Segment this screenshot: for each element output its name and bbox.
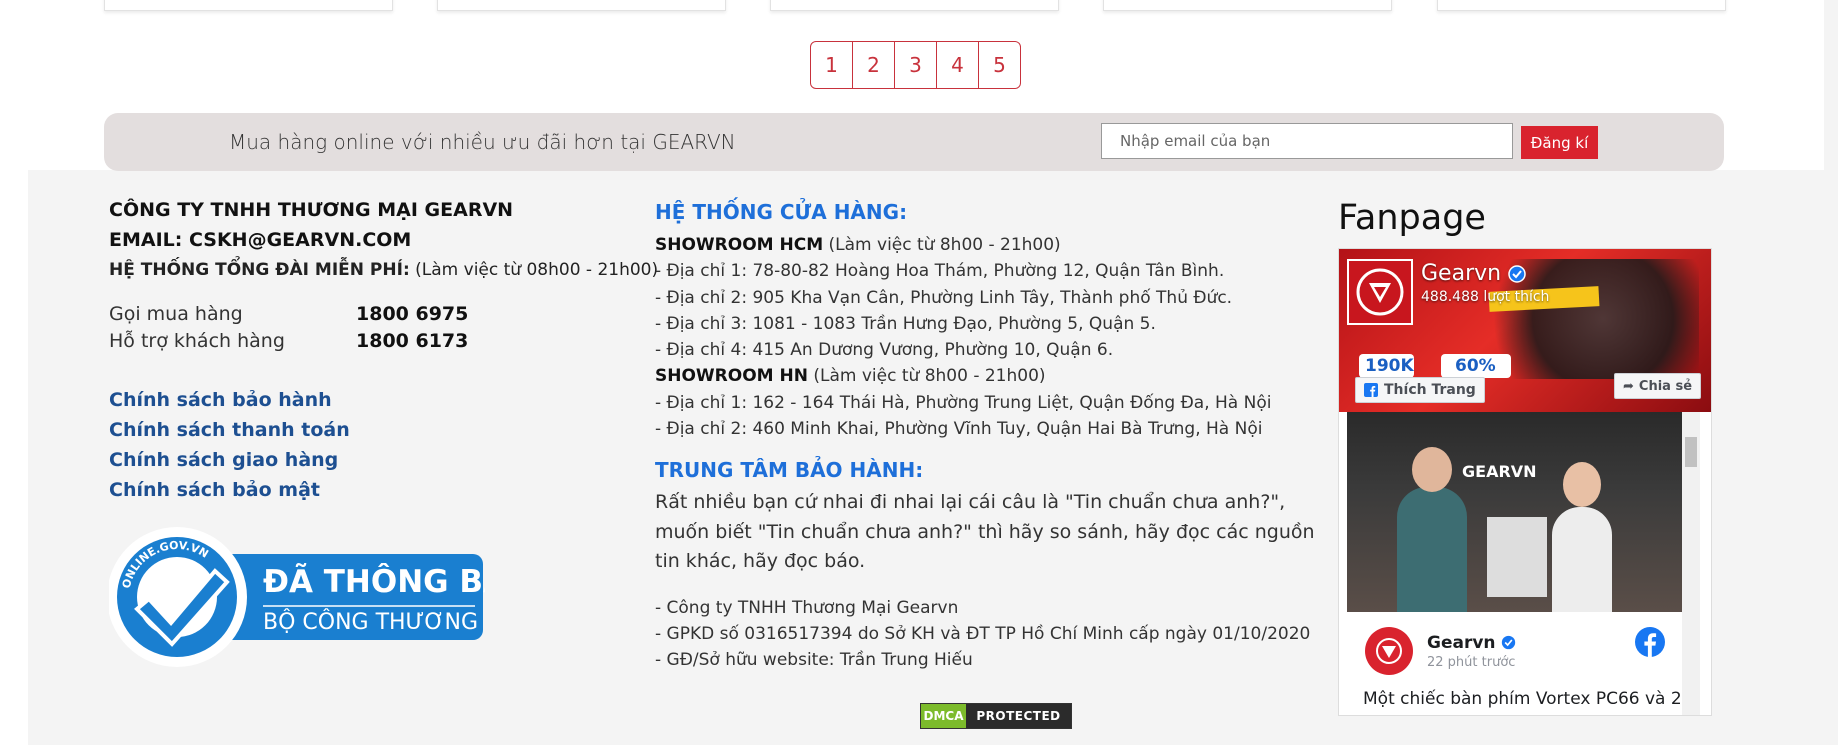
post-author-block: Gearvn 22 phút trước [1427,633,1516,670]
post-image-product-box [1487,517,1547,597]
verified-badge-icon [1502,635,1516,650]
post-author-name[interactable]: Gearvn [1427,633,1516,653]
shipping-policy-link[interactable]: Chính sách giao hàng [109,445,649,475]
phone-list: Gọi mua hàng 1800 6975 Hỗ trợ khách hàng… [109,301,649,355]
company-info-column: CÔNG TY TNHH THƯƠNG MẠI GEARVN EMAIL: CS… [109,195,658,667]
phone-number[interactable]: 1800 6975 [356,301,468,328]
showroom-hcm-heading: SHOWROOM HCM (Làm việc từ 8h00 - 21h00) [655,232,1335,258]
facebook-icon [1364,383,1378,397]
newsletter-submit-button[interactable]: Đăng kí [1521,126,1598,159]
post-image-person [1397,487,1467,612]
phone-row: Hỗ trợ khách hàng 1800 6173 [109,328,649,355]
page-1-button[interactable]: 1 [811,42,853,88]
product-card[interactable] [437,0,726,11]
stores-column: HỆ THỐNG CỬA HÀNG: SHOWROOM HCM (Làm việ… [655,198,1335,674]
showroom-hn-heading: SHOWROOM HN (Làm việc từ 8h00 - 21h00) [655,363,1335,389]
dmca-label: DMCA [921,704,966,728]
facebook-page-name[interactable]: Gearvn [1421,261,1526,286]
address-line: - Địa chỉ 2: 460 Minh Khai, Phường Vĩnh … [655,419,1263,440]
page-4-button[interactable]: 4 [937,42,979,88]
page: { "pagination": { "pages": ["1", "2", "3… [0,0,1838,745]
fanpage-title: Fanpage [1338,198,1486,238]
facebook-feed-scrollbar-thumb[interactable] [1685,437,1697,467]
newsletter-text: Mua hàng online với nhiều ưu đãi hơn tại… [229,130,736,154]
facebook-post-header: Gearvn 22 phút trước [1365,627,1516,675]
dmca-protected-badge[interactable]: DMCA PROTECTED [920,703,1072,729]
facebook-logo-icon[interactable] [1635,627,1665,657]
share-label: Chia sẻ [1638,378,1693,394]
address-line: - Địa chỉ 1: 162 - 164 Thái Hà, Phường T… [655,392,1272,413]
post-author-name-text: Gearvn [1427,632,1496,653]
facebook-like-page-button[interactable]: Thích Trang [1355,377,1485,403]
facebook-post-image[interactable]: GEARVN [1347,412,1682,612]
share-arrow-icon: ➦ [1623,378,1634,394]
payment-policy-link[interactable]: Chính sách thanh toán [109,415,649,445]
phone-label: Hỗ trợ khách hàng [109,330,285,352]
phone-number[interactable]: 1800 6173 [356,328,468,355]
post-image-person-head [1563,462,1601,507]
post-text: Một chiếc bàn phím Vortex PC66 và 2 [1363,689,1682,709]
privacy-policy-link[interactable]: Chính sách bảo mật [109,475,649,505]
product-card[interactable] [770,0,1059,11]
hotline-label: HỆ THỐNG TỔNG ĐÀI MIỄN PHÍ: [109,260,410,280]
warranty-policy-link[interactable]: Chính sách bảo hành [109,385,649,415]
facebook-page-name-text: Gearvn [1421,261,1502,286]
post-image-person-head [1412,447,1452,492]
product-card[interactable] [1437,0,1726,11]
newsletter-bar: Mua hàng online với nhiều ưu đãi hơn tại… [104,113,1724,171]
like-page-label: Thích Trang [1384,382,1476,398]
facebook-cover-image[interactable]: 190K 60% Gearvn 488.488 lượt thích Thích… [1339,249,1711,412]
product-cards-row [0,0,1838,12]
legal-info: - Công ty TNHH Thương Mại Gearvn - GPKD … [655,595,1335,674]
pagination: 1 2 3 4 5 [810,41,1021,89]
post-timestamp[interactable]: 22 phút trước [1427,655,1516,670]
cover-discount-text: 60% [1455,356,1496,376]
gearvn-logo-icon[interactable] [1347,259,1413,325]
page-5-button[interactable]: 5 [979,42,1020,88]
address-line: - Địa chỉ 4: 415 An Dương Vương, Phường … [655,340,1114,361]
showroom-hcm-title: SHOWROOM HCM [655,235,824,255]
phone-label: Gọi mua hàng [109,303,243,325]
gov-badge-line2: BỘ CÔNG THƯƠNG [263,609,478,635]
post-author-avatar[interactable] [1365,627,1413,675]
newsletter-email-input[interactable] [1101,123,1513,159]
warranty-title: TRUNG TÂM BẢO HÀNH: [655,458,924,483]
page-3-button[interactable]: 3 [895,42,937,88]
company-name: CÔNG TY TNHH THƯƠNG MẠI GEARVN [109,199,514,221]
verified-badge-icon [1508,265,1526,283]
legal-line: - Công ty TNHH Thương Mại Gearvn [655,597,959,618]
stores-title: HỆ THỐNG CỬA HÀNG: [655,200,908,224]
facebook-page-widget: 190K 60% Gearvn 488.488 lượt thích Thích… [1338,248,1712,716]
gov-registered-badge[interactable]: ONLINE.GOV.VN ĐÃ THÔNG BÁO BỘ CÔNG THƯƠN… [109,527,485,667]
showroom-hcm-hours: (Làm việc từ 8h00 - 21h00) [828,235,1061,255]
gov-badge-line1: ĐÃ THÔNG BÁO [263,563,485,600]
post-image-sign-text: GEARVN [1462,462,1537,481]
hotline-line: HỆ THỐNG TỔNG ĐÀI MIỄN PHÍ: (Làm việc từ… [109,255,658,285]
company-email[interactable]: EMAIL: CSKH@GEARVN.COM [109,225,649,255]
gearvn-logo-icon [1376,638,1402,664]
phone-row: Gọi mua hàng 1800 6975 [109,301,649,328]
page-2-button[interactable]: 2 [853,42,895,88]
hotline-hours: (Làm việc từ 08h00 - 21h00) [415,260,659,280]
facebook-share-button[interactable]: ➦ Chia sẻ [1614,373,1702,399]
address-line: - Địa chỉ 3: 1081 - 1083 Trần Hưng Đạo, … [655,313,1156,334]
post-image-person [1552,507,1612,612]
warranty-text: Rất nhiều bạn cứ nhai đi nhai lại cái câ… [655,491,1315,573]
showroom-hn-hours: (Làm việc từ 8h00 - 21h00) [813,366,1046,387]
showroom-hn-title: SHOWROOM HN [655,366,808,387]
product-card[interactable] [1103,0,1392,11]
policy-links: Chính sách bảo hành Chính sách thanh toá… [109,385,649,505]
dmca-protected-label: PROTECTED [966,704,1071,728]
product-card[interactable] [104,0,393,11]
cover-price-text: 190K [1365,356,1414,376]
address-line: - Địa chỉ 2: 905 Kha Vạn Cân, Phường Lin… [655,287,1233,308]
facebook-like-count: 488.488 lượt thích [1421,289,1550,305]
legal-line: - GPKD số 0316517394 do Sở KH và ĐT TP H… [655,624,1311,645]
legal-line: - GĐ/Sở hữu website: Trần Trung Hiếu [655,650,973,671]
address-line: - Địa chỉ 1: 78-80-82 Hoàng Hoa Thám, Ph… [655,261,1225,282]
